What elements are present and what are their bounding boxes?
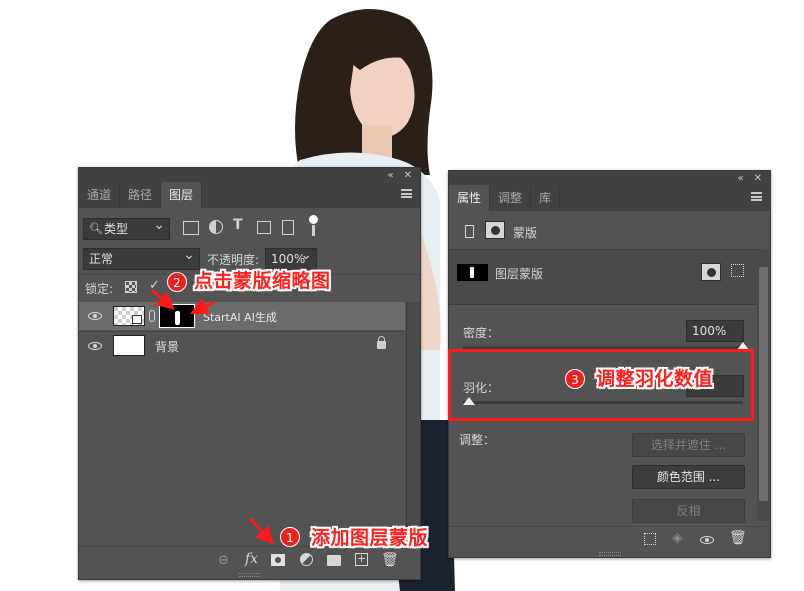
resize-grip[interactable] xyxy=(599,552,621,556)
tab-properties[interactable]: 属性 xyxy=(449,185,491,211)
visibility-eye-icon[interactable] xyxy=(88,342,102,350)
step-3-label: 调整羽化数值 xyxy=(596,368,714,390)
blend-mode-label: 正常 xyxy=(89,252,114,266)
tab-paths[interactable]: 路径 xyxy=(120,182,162,208)
pixel-mask-icon xyxy=(465,225,474,238)
type-filter-icon[interactable]: T xyxy=(233,217,243,233)
fx-icon[interactable]: fx xyxy=(245,551,258,567)
add-mask-icon[interactable] xyxy=(271,554,285,566)
layer-row-background[interactable]: 背景 xyxy=(79,331,405,359)
resize-grip[interactable] xyxy=(239,573,261,577)
image-filter-icon[interactable] xyxy=(183,221,199,235)
tab-channels[interactable]: 通道 xyxy=(79,182,121,208)
layers-tab-row: 通道 路径 图层 xyxy=(79,182,420,208)
layer-name[interactable]: 背景 xyxy=(155,338,179,355)
load-selection-icon[interactable] xyxy=(644,533,656,545)
layer-filter-select[interactable]: 🔍︎ 类型 xyxy=(83,215,170,240)
color-range-button[interactable]: 颜色范围 ... xyxy=(632,465,745,489)
trash-icon[interactable]: 🗑︎ xyxy=(381,552,399,568)
tab-adjustments[interactable]: 调整 xyxy=(490,185,532,211)
layers-panel: « ✕ 通道 路径 图层 🔍︎ 类型 T 正常 不透明度: 100% 锁定: ✓ xyxy=(78,167,421,580)
select-and-mask-button[interactable]: 选择并遮住 ... xyxy=(632,433,745,457)
link-icon[interactable]: ⊖ xyxy=(218,553,229,568)
add-vector-mask-icon[interactable] xyxy=(731,264,744,277)
layer-row-startai[interactable]: StartAI AI生成 xyxy=(79,302,405,330)
panel-menu-icon[interactable] xyxy=(401,189,412,198)
step-1-label: 添加图层蒙版 xyxy=(311,527,429,549)
step-1-badge: 1 xyxy=(280,527,300,547)
refine-label: 调整： xyxy=(459,433,496,447)
panel-topbar: « ✕ xyxy=(449,171,770,185)
step-3-badge: 3 xyxy=(565,369,585,389)
properties-tab-row: 属性 调整 库 xyxy=(449,185,770,211)
lock-shackle-icon xyxy=(378,336,385,343)
density-label: 密度： xyxy=(463,326,500,340)
density-input[interactable]: 100% xyxy=(686,320,744,342)
mask-silhouette-shape xyxy=(175,311,180,325)
blend-mode-select[interactable]: 正常 xyxy=(83,245,200,270)
filter-toggle-stem-icon xyxy=(312,225,315,236)
lock-pixels-icon[interactable]: ✓ xyxy=(149,278,160,293)
properties-scrollbar[interactable] xyxy=(757,249,770,521)
visibility-eye-icon[interactable] xyxy=(88,312,102,320)
properties-footer: ◈ 🗑︎ xyxy=(449,526,770,552)
tab-libraries[interactable]: 库 xyxy=(531,185,561,211)
smart-object-filter-icon[interactable] xyxy=(282,220,294,235)
mask-type-row: 图层蒙版 xyxy=(449,249,759,305)
layer-list-scrollbar[interactable] xyxy=(406,302,420,545)
folder-icon[interactable] xyxy=(327,555,341,566)
layers-footer: ⊖ fx + 🗑︎ xyxy=(79,546,420,573)
layer-name[interactable]: StartAI AI生成 xyxy=(203,309,277,325)
mask-type-label: 图层蒙版 xyxy=(495,267,544,281)
mask-preview-thumbnail[interactable] xyxy=(457,264,488,281)
mask-header-label: 蒙版 xyxy=(513,226,538,240)
layer-thumbnail[interactable] xyxy=(113,335,145,356)
close-icon[interactable]: ✕ xyxy=(404,170,412,181)
apply-mask-icon[interactable]: ◈ xyxy=(672,530,683,546)
step-2-label: 点击蒙版缩略图 xyxy=(194,270,331,292)
invert-button[interactable]: 反相 xyxy=(632,499,745,523)
panel-menu-icon[interactable] xyxy=(751,192,762,201)
layer-filter-label: 类型 xyxy=(104,222,129,236)
mask-header-icon xyxy=(485,221,505,239)
opacity-value: 100% xyxy=(271,252,306,266)
delete-mask-icon[interactable]: 🗑︎ xyxy=(729,530,747,546)
mask-link-icon[interactable] xyxy=(149,310,155,322)
smart-object-badge-icon xyxy=(132,315,142,324)
search-icon: 🔍︎ xyxy=(89,222,103,235)
layer-thumbnail[interactable] xyxy=(113,306,145,326)
layer-list: StartAI AI生成 背景 xyxy=(79,302,405,545)
lock-label: 锁定: xyxy=(85,282,114,296)
collapse-icon[interactable]: « xyxy=(737,173,743,184)
density-value: 100% xyxy=(692,324,727,338)
collapse-icon[interactable]: « xyxy=(387,170,393,181)
layer-mask-thumbnail[interactable] xyxy=(159,304,195,328)
filter-toggle-icon[interactable] xyxy=(309,215,318,224)
step-2-badge: 2 xyxy=(167,272,187,292)
lock-transparent-icon[interactable] xyxy=(125,281,137,293)
mask-visibility-eye-icon[interactable] xyxy=(700,536,714,544)
adjustment-icon[interactable] xyxy=(300,553,313,566)
close-icon[interactable]: ✕ xyxy=(754,173,762,184)
panel-topbar: « ✕ xyxy=(79,168,420,182)
tab-layers[interactable]: 图层 xyxy=(161,182,203,208)
new-layer-icon[interactable]: + xyxy=(355,553,368,566)
select-pixel-mask-button[interactable] xyxy=(701,263,721,281)
adjustment-filter-icon[interactable] xyxy=(209,220,223,234)
shape-filter-icon[interactable] xyxy=(257,221,271,234)
